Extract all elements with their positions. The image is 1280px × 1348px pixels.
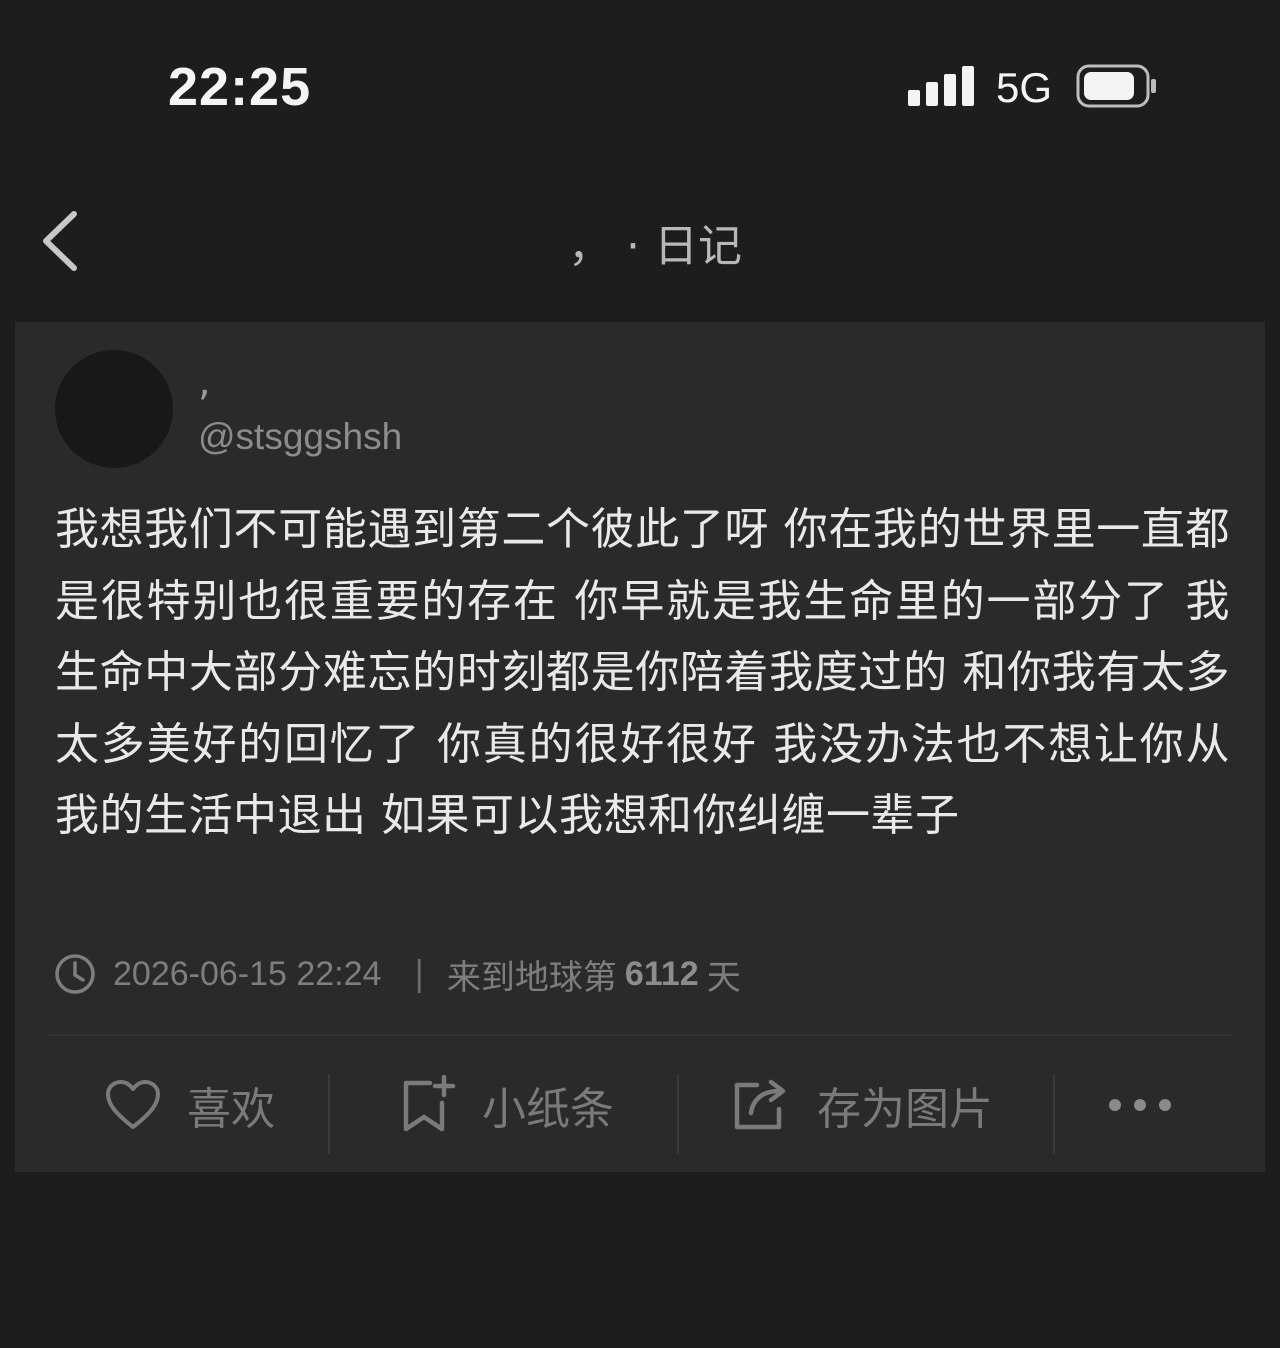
days-count: 6112 <box>624 954 699 993</box>
action-separator <box>1053 1074 1055 1154</box>
note-label: 小纸条 <box>482 1084 614 1135</box>
battery-icon <box>1076 64 1156 108</box>
post-meta: 2026-06-15 22:24 | 来到地球第 6112 天 <box>53 950 741 998</box>
author-name[interactable]: , <box>198 362 211 402</box>
status-bar: 22:25 5G <box>0 0 1280 170</box>
divider <box>49 1034 1231 1036</box>
share-icon <box>734 1079 786 1130</box>
bookmark-plus-icon <box>403 1075 456 1132</box>
author-handle[interactable]: @stsggshsh <box>198 416 402 458</box>
post-timestamp: 2026-06-15 22:24 <box>113 954 382 993</box>
days-prefix: 来到地球第 <box>446 957 617 998</box>
diary-post-card: , @stsggshsh 我想我们不可能遇到第二个彼此了呀 你在我的世界里一直都… <box>15 322 1265 1172</box>
status-time: 22:25 <box>168 57 312 117</box>
like-label: 喜欢 <box>187 1084 275 1135</box>
action-separator <box>677 1074 679 1154</box>
meta-separator: | <box>413 954 425 994</box>
avatar[interactable] <box>55 350 173 468</box>
more-dots-icon[interactable] <box>1105 1090 1175 1120</box>
post-body: 我想我们不可能遇到第二个彼此了呀 你在我的世界里一直都是很特别也很重要的存在 你… <box>55 504 1230 841</box>
note-button[interactable]: 小纸条 <box>400 1038 614 1172</box>
page-title: ， · 日记 <box>568 221 742 272</box>
heart-icon <box>106 1080 160 1129</box>
like-button[interactable]: 喜欢 <box>105 1038 275 1172</box>
save-image-label: 存为图片 <box>817 1084 993 1135</box>
nav-bar: ， · 日记 <box>0 170 1280 310</box>
signal-icon <box>908 66 974 106</box>
clock-icon <box>55 954 95 994</box>
action-separator <box>328 1074 330 1154</box>
network-type: 5G <box>996 64 1053 111</box>
days-suffix: 天 <box>706 957 741 998</box>
save-image-button[interactable]: 存为图片 <box>731 1038 993 1172</box>
action-bar: 喜欢 小纸条 存为图片 <box>15 1038 1265 1172</box>
